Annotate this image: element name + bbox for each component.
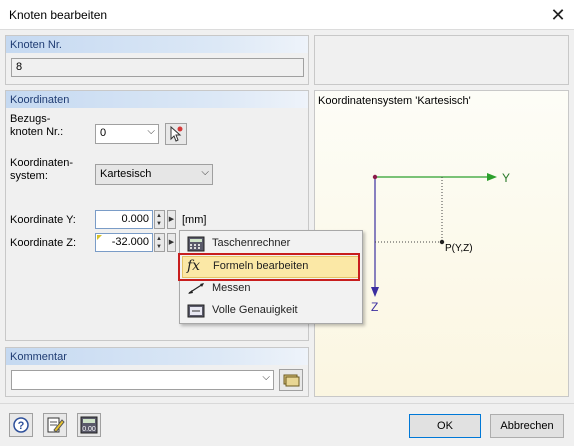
coord-y-value: 0.000: [121, 213, 149, 225]
y-axis-label: Y: [502, 171, 511, 185]
coord-system-label-line2: system:: [10, 170, 48, 182]
coord-z-spinner[interactable]: ▲ ▼: [154, 233, 165, 252]
coordinates-group-header: Koordinaten: [6, 91, 308, 108]
full-precision-icon: [186, 302, 206, 320]
ref-node-label-line1: Bezugs-: [10, 113, 51, 125]
y-axis-arrow: [487, 173, 497, 181]
coord-y-label: Koordinate Y:: [10, 214, 76, 226]
pick-node-button[interactable]: [165, 123, 187, 145]
coord-y-input[interactable]: 0.000: [95, 210, 153, 229]
ok-button[interactable]: OK: [409, 414, 481, 438]
edit-button[interactable]: [43, 413, 67, 437]
ref-node-value: 0: [100, 127, 107, 139]
spin-down-icon: ▼: [156, 221, 162, 227]
menu-item-measure-label: Messen: [212, 282, 251, 294]
calculator-icon: [186, 235, 206, 253]
formula-marker-icon: [97, 235, 102, 240]
svg-text:0.00: 0.00: [82, 426, 96, 433]
close-icon: ✕: [550, 5, 566, 25]
decimal-display-icon: 0.00: [80, 416, 98, 434]
arrow-right-icon: ▶: [168, 239, 175, 246]
node-number-group: Knoten Nr. 8: [5, 35, 309, 85]
z-axis-arrow: [371, 287, 379, 297]
coord-system-label: Koordinaten- system:: [10, 157, 73, 183]
pick-cursor-icon: [170, 125, 183, 142]
right-info-panel: [314, 35, 569, 85]
coord-system-combo[interactable]: Kartesisch ⌵: [95, 164, 213, 185]
coord-y-spinner[interactable]: ▲ ▼: [154, 210, 165, 229]
p-point: [439, 239, 445, 245]
menu-item-full-precision[interactable]: Volle Genauigkeit: [182, 300, 360, 322]
coordinates-group-title: Koordinaten: [10, 94, 70, 106]
ref-node-label: Bezugs- knoten Nr.:: [10, 113, 63, 139]
comment-group-header: Kommentar: [6, 348, 308, 365]
close-button[interactable]: ✕: [544, 2, 572, 28]
edit-document-icon: [47, 417, 65, 433]
unit-label: [mm]: [182, 214, 207, 226]
cancel-button-label: Abbrechen: [500, 420, 554, 432]
coord-z-menu-button[interactable]: ▶: [167, 233, 176, 252]
node-number-field: 8: [11, 58, 304, 77]
ref-node-label-line2: knoten Nr.:: [10, 126, 64, 138]
chevron-down-icon: ⌵: [262, 372, 270, 383]
cancel-button[interactable]: Abbrechen: [490, 414, 564, 438]
coord-z-input[interactable]: -32.000: [95, 233, 153, 252]
comment-group: Kommentar ⌵: [5, 347, 309, 397]
node-number-value: 8: [16, 61, 23, 73]
footer-separator: [0, 403, 574, 404]
coord-z-label: Koordinate Z:: [10, 237, 77, 249]
menu-item-calculator-label: Taschenrechner: [212, 237, 291, 249]
origin-point: [372, 174, 378, 180]
node-number-group-header: Knoten Nr.: [6, 36, 308, 53]
help-icon: ?: [13, 417, 29, 433]
decimal-precision-button[interactable]: 0.00: [77, 413, 101, 437]
window-title: Knoten bearbeiten: [9, 8, 108, 22]
spin-up-icon: ▲: [156, 213, 162, 219]
highlight-frame: [178, 253, 360, 281]
chevron-down-icon: ⌵: [201, 167, 209, 178]
menu-item-calculator[interactable]: Taschenrechner: [182, 233, 360, 255]
coord-system-value: Kartesisch: [100, 168, 152, 180]
coord-z-value: -32.000: [111, 236, 149, 248]
arrow-right-icon: ▶: [168, 216, 175, 223]
coord-system-label-line1: Koordinaten-: [10, 157, 73, 169]
chevron-down-icon: ⌵: [147, 126, 155, 137]
comment-group-title: Kommentar: [10, 351, 67, 363]
menu-item-full-precision-label: Volle Genauigkeit: [212, 304, 298, 316]
coord-y-menu-button[interactable]: ▶: [167, 210, 176, 229]
comment-combo[interactable]: ⌵: [11, 370, 274, 390]
spin-up-icon: ▲: [156, 236, 162, 242]
comment-library-icon: [283, 374, 300, 387]
ok-button-label: OK: [437, 420, 453, 432]
node-number-group-title: Knoten Nr.: [10, 39, 62, 51]
title-bar: Knoten bearbeiten ✕: [0, 0, 574, 30]
comment-library-button[interactable]: [279, 369, 303, 391]
measure-icon: [186, 280, 206, 298]
svg-text:?: ?: [18, 420, 25, 432]
ref-node-combo[interactable]: 0 ⌵: [95, 124, 159, 144]
spin-down-icon: ▼: [156, 244, 162, 250]
z-axis-label: Z: [371, 300, 379, 314]
point-label: P(Y,Z): [445, 243, 473, 254]
help-button[interactable]: ?: [9, 413, 33, 437]
menu-item-measure[interactable]: Messen: [182, 278, 360, 300]
